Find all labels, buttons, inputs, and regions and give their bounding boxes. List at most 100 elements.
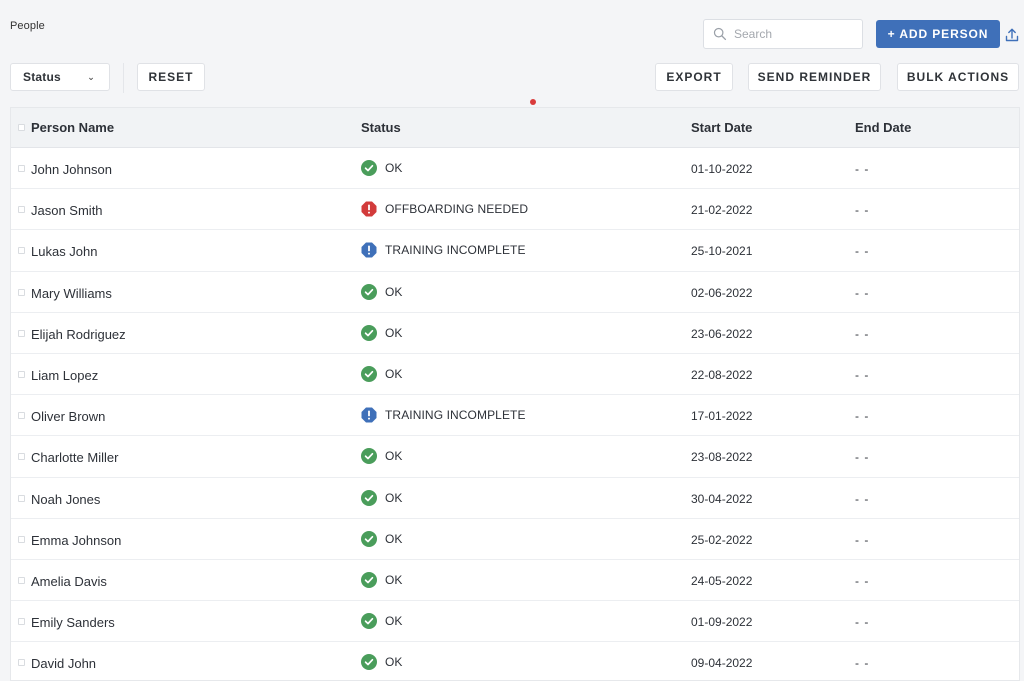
status-text: OK xyxy=(385,572,403,587)
status-text: OK xyxy=(385,614,403,629)
status-cell: OK xyxy=(361,324,403,341)
row-checkbox[interactable] xyxy=(18,453,25,461)
row-checkbox[interactable] xyxy=(18,494,25,502)
status-cell: OK xyxy=(361,530,403,547)
table-row[interactable]: David John OK 09-04-2022 - - xyxy=(11,642,1019,680)
end-date: - - xyxy=(855,409,870,424)
status-filter-label: Status xyxy=(23,70,61,84)
table-row[interactable]: Mary Williams OK 02-06-2022 - - xyxy=(11,272,1019,313)
status-cell: OK xyxy=(361,571,403,588)
person-name[interactable]: John Johnson xyxy=(31,162,112,177)
status-filter-dropdown[interactable]: Status ⌄ xyxy=(10,63,110,91)
check-circle-icon xyxy=(361,160,377,176)
person-name[interactable]: Elijah Rodriguez xyxy=(31,327,126,342)
person-name[interactable]: David John xyxy=(31,656,96,671)
check-circle-icon xyxy=(361,613,377,630)
upload-icon[interactable] xyxy=(1004,27,1020,43)
table-row[interactable]: Elijah Rodriguez OK 23-06-2022 - - xyxy=(11,313,1019,354)
status-text: OK xyxy=(385,531,403,546)
page-title: People xyxy=(10,20,45,32)
header-end-date[interactable]: End Date xyxy=(855,120,911,135)
check-circle-icon xyxy=(361,530,377,547)
person-name[interactable]: Lukas John xyxy=(31,244,98,259)
row-checkbox[interactable] xyxy=(18,165,25,172)
status-cell: OK xyxy=(361,160,403,176)
alert-octagon-icon xyxy=(361,242,377,258)
status-cell: OK xyxy=(361,283,403,300)
check-circle-icon xyxy=(361,324,377,341)
header-person-name[interactable]: Person Name xyxy=(31,120,114,135)
start-date: 23-06-2022 xyxy=(691,326,753,341)
reset-button[interactable]: RESET xyxy=(137,63,205,91)
person-name[interactable]: Amelia Davis xyxy=(31,574,107,589)
table-row[interactable]: John Johnson OK 01-10-2022 - - xyxy=(11,148,1019,190)
row-checkbox[interactable] xyxy=(18,535,25,543)
select-all-checkbox[interactable] xyxy=(18,124,25,131)
start-date: 22-08-2022 xyxy=(691,367,753,382)
person-name[interactable]: Noah Jones xyxy=(31,492,100,507)
start-date: 25-10-2021 xyxy=(691,244,753,259)
status-cell: OFFBOARDING NEEDED xyxy=(361,201,528,217)
person-name[interactable]: Mary Williams xyxy=(31,286,112,301)
search-box[interactable] xyxy=(703,19,863,49)
export-button[interactable]: EXPORT xyxy=(655,63,733,91)
status-text: OK xyxy=(385,449,403,464)
row-checkbox[interactable] xyxy=(18,247,25,255)
row-checkbox[interactable] xyxy=(18,206,25,214)
row-checkbox[interactable] xyxy=(18,659,25,667)
header-status[interactable]: Status xyxy=(361,120,401,135)
toolbar-divider xyxy=(123,63,124,93)
end-date: - - xyxy=(855,656,870,671)
alert-octagon-icon xyxy=(361,407,377,423)
start-date: 21-02-2022 xyxy=(691,203,753,218)
status-text: OFFBOARDING NEEDED xyxy=(385,202,529,217)
end-date: - - xyxy=(855,573,870,588)
table-row[interactable]: Lukas John TRAINING INCOMPLETE 25-10-2021 -… xyxy=(11,230,1019,272)
status-cell: OK xyxy=(361,654,403,671)
check-circle-icon xyxy=(361,571,377,588)
table-row[interactable]: Noah Jones OK 30-04-2022 - - xyxy=(11,478,1019,519)
person-name[interactable]: Jason Smith xyxy=(31,203,103,218)
start-date: 01-10-2022 xyxy=(691,162,753,176)
table-row[interactable]: Oliver Brown TRAINING INCOMPLETE 17-01-202… xyxy=(11,395,1019,437)
row-checkbox[interactable] xyxy=(18,329,25,337)
send-reminder-button[interactable]: SEND REMINDER xyxy=(748,63,881,91)
alert-octagon-icon xyxy=(361,201,377,217)
status-cell: OK xyxy=(361,365,403,382)
people-table: Person Name Status Start Date End Date J… xyxy=(10,107,1020,681)
end-date: - - xyxy=(855,615,870,630)
person-name[interactable]: Oliver Brown xyxy=(31,409,105,424)
start-date: 30-04-2022 xyxy=(691,491,753,506)
person-name[interactable]: Emily Sanders xyxy=(31,615,115,630)
table-row[interactable]: Charlotte Miller OK 23-08-2022 - - xyxy=(11,436,1019,478)
end-date: - - xyxy=(855,203,870,218)
end-date: - - xyxy=(855,285,870,300)
table-row[interactable]: Amelia Davis OK 24-05-2022 - - xyxy=(11,560,1019,602)
row-checkbox[interactable] xyxy=(18,412,25,420)
status-text: OK xyxy=(385,490,403,505)
end-date: - - xyxy=(855,326,870,341)
bulk-actions-button[interactable]: BULK ACTIONS xyxy=(897,63,1019,91)
person-name[interactable]: Liam Lopez xyxy=(31,368,98,383)
header-start-date[interactable]: Start Date xyxy=(691,120,752,135)
row-checkbox[interactable] xyxy=(18,370,25,378)
status-cell: OK xyxy=(361,613,403,630)
table-row[interactable]: Emily Sanders OK 01-09-2022 - - xyxy=(11,601,1019,643)
status-text: OK xyxy=(385,325,403,340)
chevron-down-icon: ⌄ xyxy=(87,72,95,82)
row-checkbox[interactable] xyxy=(18,618,25,626)
status-text: TRAINING INCOMPLETE xyxy=(385,243,526,258)
add-person-button[interactable]: + ADD PERSON xyxy=(876,20,1000,48)
person-name[interactable]: Emma Johnson xyxy=(31,533,121,548)
end-date: - - xyxy=(855,244,870,259)
table-row[interactable]: Jason Smith OFFBOARDING NEEDED 21-02-2022 -… xyxy=(11,189,1019,231)
table-row[interactable]: Liam Lopez OK 22-08-2022 - - xyxy=(11,354,1019,396)
table-row[interactable]: Emma Johnson OK 25-02-2022 - - xyxy=(11,519,1019,560)
person-name[interactable]: Charlotte Miller xyxy=(31,450,118,465)
search-input[interactable] xyxy=(734,27,854,41)
row-checkbox[interactable] xyxy=(18,288,25,296)
end-date: - - xyxy=(855,491,870,506)
status-cell: OK xyxy=(361,489,403,506)
row-checkbox[interactable] xyxy=(18,576,25,584)
check-circle-icon xyxy=(361,489,377,506)
